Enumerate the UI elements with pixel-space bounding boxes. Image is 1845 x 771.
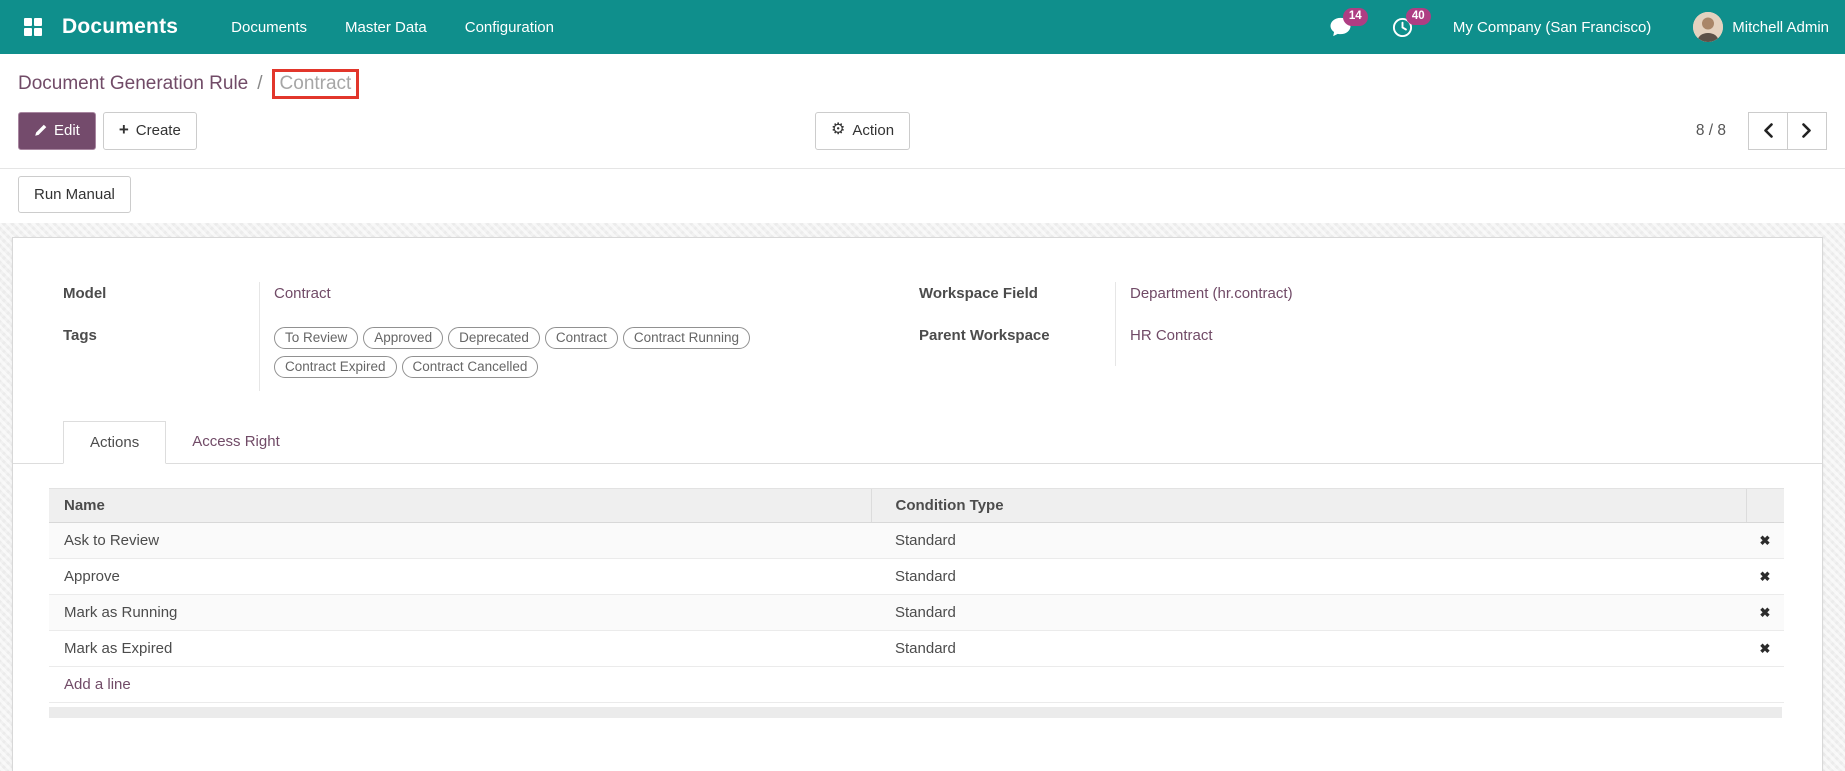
tab-actions[interactable]: Actions (63, 421, 167, 465)
avatar (1693, 12, 1724, 42)
tag-pill: Deprecated (448, 327, 540, 350)
breadcrumb-current: Contract (271, 69, 360, 99)
user-name: Mitchell Admin (1732, 18, 1829, 36)
pager: 8 / 8 (1695, 111, 1827, 150)
pager-previous-button[interactable] (1748, 111, 1788, 150)
breadcrumb: Document Generation Rule / Contract (0, 54, 1845, 104)
row-condition-type-cell: Standard (871, 558, 1746, 595)
notebook-tabs: Actions Access Right (13, 421, 1822, 465)
model-label: Model (63, 285, 107, 303)
activities-badge: 40 (1405, 7, 1431, 25)
edit-button-label: Edit (54, 122, 80, 139)
chevron-right-icon (1802, 123, 1812, 139)
topbar-menu-master-data[interactable]: Master Data (326, 0, 446, 54)
topbar-menus: Documents Master Data Configuration (212, 0, 573, 54)
column-header-name[interactable]: Name (49, 488, 871, 524)
model-value-link[interactable]: Contract (274, 285, 331, 302)
field-parent-workspace: Parent Workspace HR Contract (919, 324, 1782, 367)
add-a-line-row: Add a line (49, 666, 1784, 704)
row-name-cell: Mark as Expired (49, 630, 871, 667)
topbar-menu-documents[interactable]: Documents (212, 0, 326, 54)
control-panel-buttons: Edit + Create ⚙ Action 8 / 8 (0, 104, 1845, 169)
parent-workspace-label: Parent Workspace (919, 327, 1050, 345)
run-manual-button[interactable]: Run Manual (18, 175, 131, 214)
column-header-condition-type[interactable]: Condition Type (870, 488, 1746, 524)
row-name-cell: Approve (49, 558, 871, 595)
x-delete-icon[interactable]: ✖ (1760, 533, 1771, 548)
tag-pill: Approved (363, 327, 444, 350)
field-column-right: Workspace Field Department (hr.contract)… (919, 282, 1782, 391)
table-row[interactable]: Ask to Review Standard ✖ (49, 522, 1784, 559)
workspace-field-value-link[interactable]: Department (hr.contract) (1130, 285, 1293, 302)
table-header-row: Name Condition Type (49, 488, 1784, 524)
action-button[interactable]: ⚙ Action (815, 112, 911, 150)
field-model: Model Contract (63, 282, 869, 325)
action-buttons-row: Run Manual (0, 169, 1845, 224)
app-title[interactable]: Documents (62, 15, 178, 39)
run-manual-label: Run Manual (34, 185, 115, 203)
field-group: Model Contract Tags To Review Approved Dep… (13, 238, 1822, 392)
tag-pill: Contract Cancelled (401, 356, 539, 379)
systray: 14 40 My Company (San Francisco) Mitchel… (1329, 7, 1829, 42)
tag-pill: Contract Running (622, 327, 750, 350)
tag-pill: Contract (544, 327, 618, 350)
parent-workspace-value-link[interactable]: HR Contract (1130, 327, 1213, 344)
workspace-field-label: Workspace Field (919, 285, 1038, 303)
actions-list: Name Condition Type Ask to Review Standar… (49, 488, 1784, 719)
apps-grid-icon[interactable] (16, 10, 50, 44)
x-delete-icon[interactable]: ✖ (1760, 569, 1771, 584)
field-column-left: Model Contract Tags To Review Approved Dep… (63, 282, 869, 392)
gear-icon: ⚙ (831, 120, 846, 138)
table-row[interactable]: Mark as Expired Standard ✖ (49, 630, 1784, 667)
pager-next-button[interactable] (1787, 111, 1827, 150)
tag-pill: Contract Expired (274, 356, 397, 379)
breadcrumb-separator: / (257, 72, 263, 94)
breadcrumb-parent-link[interactable]: Document Generation Rule (18, 73, 248, 95)
edit-button[interactable]: Edit (18, 112, 96, 150)
form-sheet: Model Contract Tags To Review Approved Dep… (12, 237, 1823, 771)
x-delete-icon[interactable]: ✖ (1760, 641, 1771, 656)
create-button-label: Create (135, 122, 181, 139)
row-condition-type-cell: Standard (871, 522, 1746, 559)
row-name-cell: Ask to Review (49, 522, 871, 559)
column-header-delete (1745, 488, 1784, 524)
form-view-background: Model Contract Tags To Review Approved Dep… (0, 223, 1845, 771)
row-condition-type-cell: Standard (871, 630, 1746, 667)
user-menu[interactable]: Mitchell Admin (1693, 12, 1829, 42)
field-workspace-field: Workspace Field Department (hr.contract) (919, 282, 1782, 325)
company-switcher[interactable]: My Company (San Francisco) (1453, 19, 1651, 36)
tag-pill: To Review (274, 327, 359, 350)
table-row[interactable]: Approve Standard ✖ (49, 558, 1784, 595)
pager-count: 8 / 8 (1695, 121, 1726, 139)
create-button[interactable]: + Create (102, 112, 197, 150)
list-footer-strip (49, 707, 1782, 719)
pencil-icon (34, 124, 47, 137)
add-a-line-link[interactable]: Add a line (64, 676, 131, 693)
table-row[interactable]: Mark as Running Standard ✖ (49, 594, 1784, 631)
tags-label: Tags (63, 327, 97, 345)
tags-value: To Review Approved Deprecated Contract Contr… (259, 324, 869, 392)
action-button-label: Action (852, 122, 895, 139)
row-name-cell: Mark as Running (49, 594, 871, 631)
tab-access-right[interactable]: Access Right (166, 421, 306, 463)
topbar-menu-configuration[interactable]: Configuration (446, 0, 573, 54)
field-tags: Tags To Review Approved Deprecated Contract… (63, 324, 869, 392)
messages-badge: 14 (1342, 8, 1368, 26)
x-delete-icon[interactable]: ✖ (1760, 605, 1771, 620)
actions-table: Name Condition Type Ask to Review Standar… (49, 488, 1784, 704)
top-navbar: Documents Documents Master Data Configurat… (0, 0, 1845, 54)
plus-icon: + (118, 120, 129, 140)
messages-menu[interactable]: 14 (1329, 8, 1368, 37)
activities-menu[interactable]: 40 (1392, 7, 1431, 38)
row-condition-type-cell: Standard (871, 594, 1746, 631)
chevron-left-icon (1763, 123, 1773, 139)
